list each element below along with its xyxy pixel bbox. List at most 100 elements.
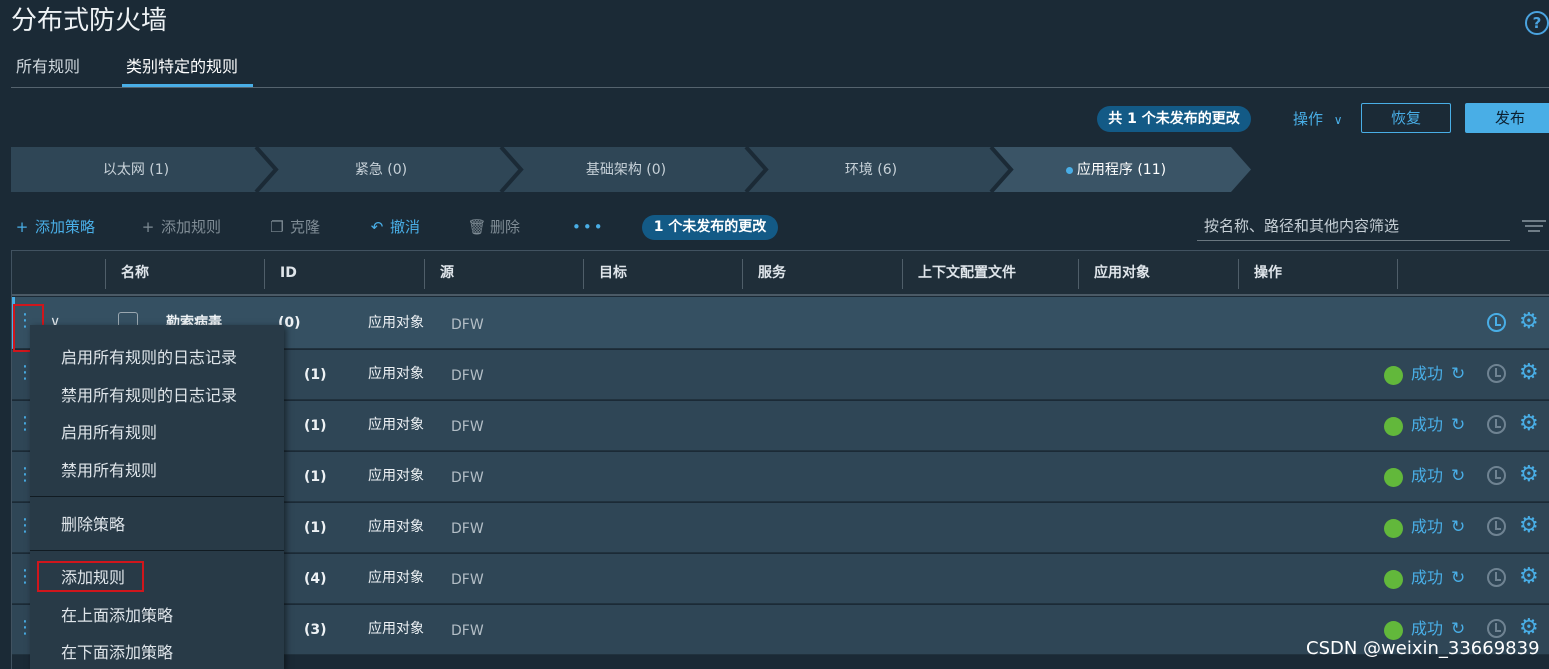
column-header-action[interactable]: 操作 [1254,263,1282,283]
kebab-icon[interactable]: ⋮ [16,517,34,535]
kebab-icon[interactable]: ⋮ [16,415,34,433]
gear-icon[interactable]: ⚙ [1519,566,1539,588]
help-icon[interactable]: ? [1525,11,1549,35]
status-dot-icon [1384,570,1403,589]
tab-category-rules[interactable]: 类别特定的规则 [126,56,238,78]
menu-item-delete-policy[interactable]: 删除策略 [61,514,125,536]
refresh-icon[interactable]: ↻ [1451,415,1465,435]
column-header-services[interactable]: 服务 [758,263,786,283]
menu-item-enable-logging[interactable]: 启用所有规则的日志记录 [61,347,237,369]
kebab-icon[interactable]: ⋮ [16,466,34,484]
column-header-source[interactable]: 源 [440,263,454,283]
refresh-icon[interactable]: ↻ [1451,517,1465,537]
undo-label: 撤消 [390,218,421,236]
column-header-applied-to[interactable]: 应用对象 [1094,263,1150,283]
filter-lines-icon[interactable] [1522,217,1546,235]
category-application[interactable]: 应用程序 (11) [991,160,1241,180]
clone-icon: ❐ [270,218,284,236]
menu-item-disable-logging[interactable]: 禁用所有规则的日志记录 [61,385,237,407]
row-applied-to[interactable]: 应用对象 [368,415,424,435]
column-header-id[interactable]: ID [280,263,297,283]
undo-button[interactable]: ↶ 撤消 [366,216,420,238]
status-text[interactable]: 成功 [1411,415,1443,435]
clock-icon[interactable] [1487,517,1506,536]
add-policy-button[interactable]: + 添加策略 [11,216,95,238]
clock-icon[interactable] [1487,313,1506,332]
unpublished-changes-badge: 共 1 个未发布的更改 [1097,106,1251,132]
refresh-icon[interactable]: ↻ [1451,466,1465,486]
clock-icon[interactable] [1487,364,1506,383]
policy-target: DFW [451,317,484,333]
gear-icon[interactable]: ⚙ [1519,413,1539,435]
add-policy-label: 添加策略 [35,218,96,236]
row-applied-to[interactable]: 应用对象 [368,568,424,588]
row-target: DFW [451,470,484,486]
active-category-dot-icon [1065,166,1073,174]
status-text[interactable]: 成功 [1411,517,1443,537]
menu-item-add-policy-below[interactable]: 在下面添加策略 [61,642,173,664]
menu-item-enable-rules[interactable]: 启用所有规则 [61,422,157,444]
tab-divider [11,87,1549,88]
category-environment[interactable]: 环境 (6) [746,160,996,180]
status-text[interactable]: 成功 [1411,364,1443,384]
add-rule-button[interactable]: + 添加规则 [137,216,221,238]
status-text[interactable]: 成功 [1411,568,1443,588]
ellipsis-icon: ••• [572,218,605,236]
gear-icon[interactable]: ⚙ [1519,311,1539,333]
refresh-icon[interactable]: ↻ [1451,568,1465,588]
more-actions-button[interactable]: ••• [572,216,605,238]
operations-dropdown[interactable]: 操作 ∨ [1293,108,1343,131]
refresh-icon[interactable]: ↻ [1451,619,1465,639]
gear-icon[interactable]: ⚙ [1519,362,1539,384]
delete-label: 删除 [490,218,521,236]
clone-button[interactable]: ❐ 克隆 [266,216,320,238]
category-ethernet[interactable]: 以太网 (1) [11,160,261,180]
tab-all-rules[interactable]: 所有规则 [16,56,80,78]
row-target: DFW [451,572,484,588]
add-rule-label: 添加规则 [161,218,222,236]
kebab-icon[interactable]: ⋮ [16,619,34,637]
kebab-icon[interactable]: ⋮ [16,364,34,382]
filter-input[interactable] [1197,212,1510,241]
column-header-destination[interactable]: 目标 [599,263,627,283]
publish-button[interactable]: 发布 [1465,103,1549,133]
gear-icon[interactable]: ⚙ [1519,617,1539,639]
status-text[interactable]: 成功 [1411,619,1443,639]
clock-icon[interactable] [1487,568,1506,587]
row-id: (1) [304,469,327,485]
category-infrastructure[interactable]: 基础架构 (0) [501,160,751,180]
row-applied-to[interactable]: 应用对象 [368,466,424,486]
row-applied-to[interactable]: 应用对象 [368,517,424,537]
column-header-context-profile[interactable]: 上下文配置文件 [918,263,1016,283]
page-title: 分布式防火墙 [11,6,168,36]
column-header-name[interactable]: 名称 [121,263,149,283]
row-id: (1) [304,520,327,536]
gear-icon[interactable]: ⚙ [1519,464,1539,486]
row-applied-to[interactable]: 应用对象 [368,364,424,384]
refresh-icon[interactable]: ↻ [1451,364,1465,384]
clock-icon[interactable] [1487,415,1506,434]
menu-item-add-rule[interactable]: 添加规则 [61,567,125,589]
status-text[interactable]: 成功 [1411,466,1443,486]
status-dot-icon [1384,519,1403,538]
category-application-label: 应用程序 (11) [1076,162,1167,178]
menu-divider [30,550,284,551]
clock-icon[interactable] [1487,466,1506,485]
revert-button[interactable]: 恢复 [1361,103,1451,133]
row-applied-to[interactable]: 应用对象 [368,619,424,639]
menu-item-disable-rules[interactable]: 禁用所有规则 [61,460,157,482]
clock-icon[interactable] [1487,619,1506,638]
trash-icon: 🗑 [467,218,487,236]
pending-changes-badge: 1 个未发布的更改 [642,215,778,240]
delete-button[interactable]: 🗑 删除 [466,216,520,238]
menu-item-add-policy-above[interactable]: 在上面添加策略 [61,605,173,627]
row-id: (1) [304,418,327,434]
policy-applied-to[interactable]: 应用对象 [368,313,424,333]
category-emergency[interactable]: 紧急 (0) [256,160,506,180]
row-target: DFW [451,368,484,384]
clone-label: 克隆 [290,218,321,236]
kebab-icon[interactable]: ⋮ [16,568,34,586]
status-dot-icon [1384,417,1403,436]
row-id: (1) [304,367,327,383]
gear-icon[interactable]: ⚙ [1519,515,1539,537]
